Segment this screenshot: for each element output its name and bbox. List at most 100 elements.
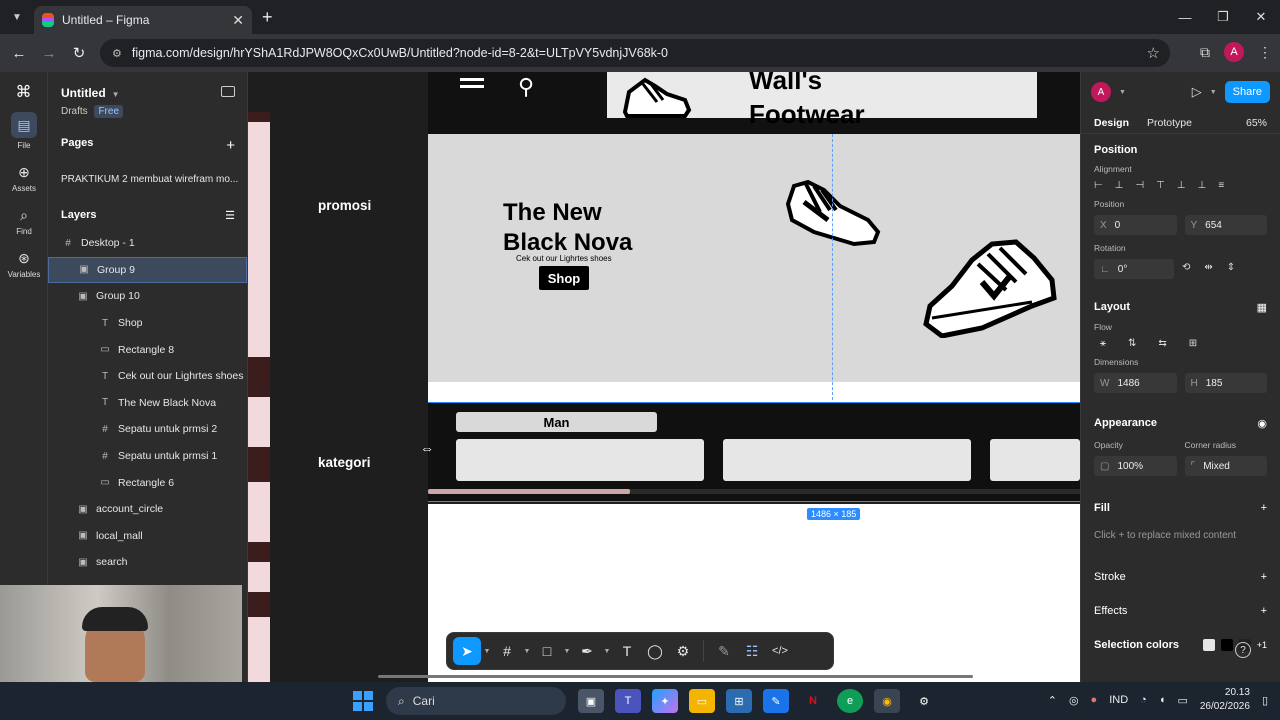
- extensions-icon[interactable]: ⧉: [1200, 44, 1210, 61]
- tray-app-icon[interactable]: ◎: [1069, 694, 1079, 707]
- bookmark-star-icon[interactable]: ☆: [1147, 44, 1160, 62]
- align-left-icon[interactable]: ⊢: [1094, 180, 1103, 191]
- rail-find[interactable]: ⌕ Find: [0, 207, 48, 236]
- browser-menu-icon[interactable]: ⋮: [1258, 44, 1272, 61]
- layer-row[interactable]: T Shop: [48, 310, 247, 337]
- canvas-horizontal-scrollbar[interactable]: [378, 675, 973, 678]
- rail-assets[interactable]: ⊕ Assets: [0, 164, 48, 193]
- design-canvas[interactable]: promosi kategori ⚲ Wall's Footwear The N…: [248, 72, 1080, 682]
- comment-tool-icon[interactable]: ◯: [641, 637, 669, 665]
- shoe-promo-2-icon[interactable]: [922, 236, 1058, 338]
- language-indicator[interactable]: IND: [1109, 694, 1128, 706]
- shoe-promo-1-icon[interactable]: [784, 176, 882, 248]
- rail-variables[interactable]: ⊛ Variables: [0, 250, 48, 279]
- text-tool-icon[interactable]: T: [613, 637, 641, 665]
- maximize-icon[interactable]: ❐: [1204, 0, 1242, 34]
- chrome-icon[interactable]: ◉: [874, 689, 900, 713]
- share-button[interactable]: Share: [1224, 81, 1270, 103]
- layer-row-selected[interactable]: ▣ Group 9: [48, 256, 247, 284]
- category-card[interactable]: [723, 439, 971, 481]
- settings-icon[interactable]: ⚙: [911, 689, 937, 713]
- add-page-icon[interactable]: +: [226, 137, 235, 154]
- category-card[interactable]: [456, 439, 704, 481]
- layer-row[interactable]: # Desktop - 1: [48, 230, 247, 257]
- present-play-icon[interactable]: ▷: [1192, 84, 1202, 100]
- layer-row[interactable]: ▣ account_circle: [48, 496, 247, 523]
- battery-icon[interactable]: ▭: [1177, 694, 1187, 707]
- add-stroke-icon[interactable]: +: [1261, 571, 1267, 583]
- chevron-down-icon[interactable]: ▼: [601, 648, 613, 655]
- align-top-icon[interactable]: ⊤: [1156, 180, 1165, 191]
- width-field[interactable]: W 1486: [1094, 373, 1177, 393]
- rail-file[interactable]: ▤ File: [0, 112, 48, 150]
- flow-horizontal-icon[interactable]: ⇆: [1158, 338, 1166, 349]
- category-scroll-thumb[interactable]: [428, 489, 630, 494]
- align-bottom-icon[interactable]: ⊥: [1198, 180, 1207, 191]
- teams-icon[interactable]: T: [615, 689, 641, 713]
- flip-horizontal-icon[interactable]: ⇹: [1204, 262, 1212, 279]
- layer-row[interactable]: ▭ Rectangle 6: [48, 469, 247, 496]
- layer-row[interactable]: ▣ local_mall: [48, 523, 247, 550]
- forward-icon[interactable]: →: [34, 45, 64, 62]
- page-item[interactable]: PRAKTIKUM 2 membuat wirefram mo...: [48, 154, 247, 185]
- category-card[interactable]: [990, 439, 1080, 481]
- url-field[interactable]: ⚙ figma.com/design/hrYShA1RdJPW8OQxCx0Uw…: [100, 39, 1170, 67]
- dev-mode-icon[interactable]: </>: [766, 637, 794, 665]
- figma-menu-icon[interactable]: ⌘: [0, 72, 47, 102]
- align-center-h-icon[interactable]: ⊥: [1115, 180, 1124, 191]
- rectangle-tool-icon[interactable]: □: [533, 637, 561, 665]
- help-button[interactable]: ?: [1235, 642, 1251, 658]
- draw-mode-icon[interactable]: ✎: [710, 637, 738, 665]
- new-tab-button[interactable]: +: [262, 7, 273, 28]
- file-title[interactable]: Untitled ▼: [48, 72, 247, 100]
- chevron-down-icon[interactable]: ▼: [481, 648, 493, 655]
- tab-design[interactable]: Design: [1094, 117, 1129, 129]
- frame-tool-icon[interactable]: #: [493, 637, 521, 665]
- layer-row[interactable]: ▭ Rectangle 8: [48, 336, 247, 363]
- zoom-level[interactable]: 65%: [1246, 117, 1267, 129]
- site-info-icon[interactable]: ⚙: [112, 47, 122, 60]
- chevron-down-icon[interactable]: ▼: [1210, 89, 1217, 96]
- flow-vertical-icon[interactable]: ⇅: [1128, 338, 1136, 349]
- adjacent-frame[interactable]: [248, 112, 270, 682]
- layer-row[interactable]: T Cek out our Lighrtes shoes: [48, 363, 247, 390]
- netflix-icon[interactable]: N: [800, 689, 826, 713]
- reload-icon[interactable]: ↻: [64, 44, 94, 62]
- minimize-icon[interactable]: —: [1166, 0, 1204, 34]
- microphone-icon[interactable]: ●: [1091, 694, 1098, 706]
- file-explorer-icon[interactable]: ▭: [689, 689, 715, 713]
- chevron-down-icon[interactable]: ▼: [561, 648, 573, 655]
- user-avatar[interactable]: A: [1091, 82, 1111, 102]
- opacity-field[interactable]: ▢ 100%: [1094, 456, 1177, 476]
- actions-tool-icon[interactable]: ⚙: [669, 637, 697, 665]
- shop-button[interactable]: Shop: [539, 266, 589, 290]
- brand-box[interactable]: Wall's Footwear: [607, 72, 1037, 128]
- layer-row[interactable]: ▣ search: [48, 549, 247, 576]
- wifi-icon[interactable]: ◔: [1140, 694, 1147, 706]
- task-view-icon[interactable]: ▣: [578, 689, 604, 713]
- corner-radius-field[interactable]: ⌜ Mixed: [1184, 456, 1267, 476]
- rotate-icon[interactable]: ⟲: [1182, 262, 1190, 279]
- visibility-eye-icon[interactable]: ◉: [1257, 417, 1267, 430]
- search-icon[interactable]: ⚲: [518, 74, 534, 100]
- tab-close-icon[interactable]: ✕: [232, 12, 244, 29]
- category-tab-man[interactable]: Man: [456, 412, 657, 432]
- pen-tool-icon[interactable]: ✒: [573, 637, 601, 665]
- add-effect-icon[interactable]: +: [1261, 605, 1267, 617]
- flow-freeform-icon[interactable]: ⚹: [1100, 338, 1106, 349]
- layer-row[interactable]: ▣ Group 10: [48, 283, 247, 310]
- tray-expand-icon[interactable]: ⌃: [1048, 694, 1057, 707]
- back-icon[interactable]: ←: [4, 45, 34, 62]
- swatch-black[interactable]: [1220, 639, 1233, 651]
- move-tool-icon[interactable]: ➤: [453, 637, 481, 665]
- flip-vertical-icon[interactable]: ⇕: [1227, 262, 1235, 279]
- layer-row[interactable]: # Sepatu untuk prmsi 2: [48, 416, 247, 443]
- y-field[interactable]: Y 654: [1184, 215, 1267, 235]
- store-icon[interactable]: ⊞: [726, 689, 752, 713]
- tab-prototype[interactable]: Prototype: [1147, 117, 1192, 129]
- add-fill-icon[interactable]: +: [1261, 502, 1267, 514]
- align-right-icon[interactable]: ⊣: [1135, 180, 1144, 191]
- promo-subtitle[interactable]: Cek out our Lighrtes shoes: [516, 254, 612, 263]
- profile-avatar[interactable]: A: [1224, 42, 1244, 62]
- windows-start-icon[interactable]: [353, 691, 373, 711]
